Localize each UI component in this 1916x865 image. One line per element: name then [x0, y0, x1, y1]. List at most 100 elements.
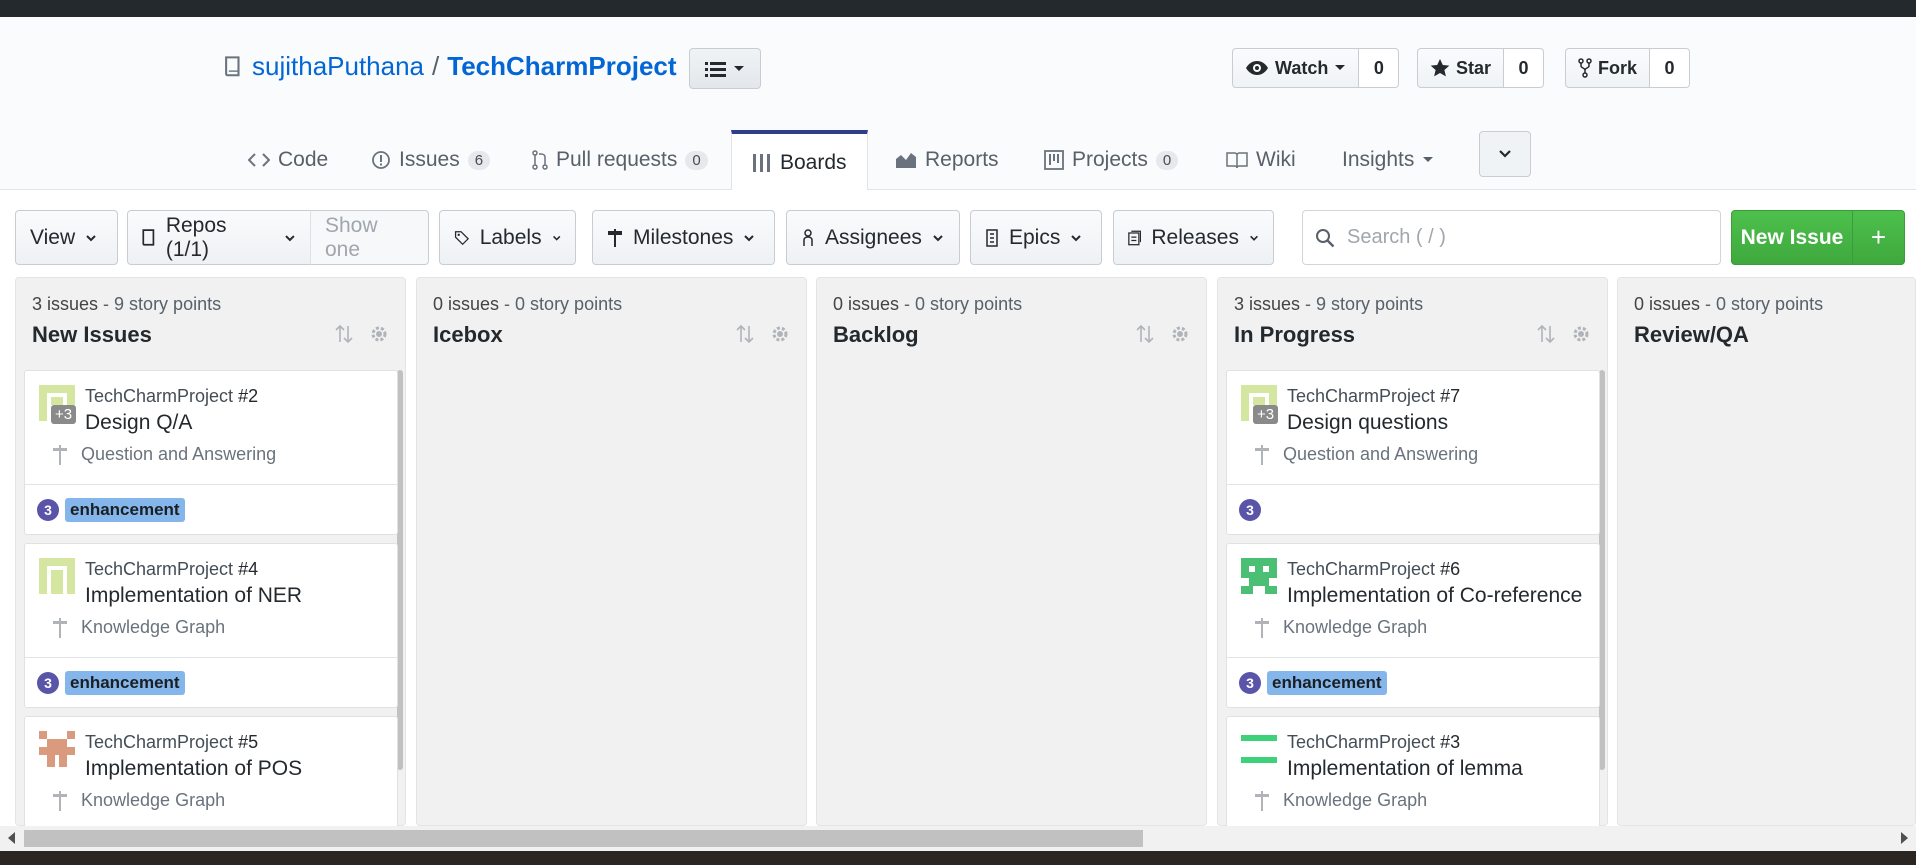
scroll-right-arrow-icon[interactable]: [1901, 832, 1908, 844]
fork-count[interactable]: 0: [1650, 48, 1691, 88]
sort-icon[interactable]: [1136, 324, 1154, 344]
card-title[interactable]: Implementation of NER: [85, 584, 302, 608]
card-footer: 3: [1227, 484, 1599, 534]
tab-projects[interactable]: Projects 0: [1044, 130, 1179, 190]
tab-insights[interactable]: Insights: [1342, 130, 1434, 190]
watch-count[interactable]: 0: [1359, 48, 1400, 88]
column-actions: [1537, 324, 1591, 344]
repos-label: Repos (1/1): [165, 213, 227, 261]
story-points-badge: 3: [37, 671, 59, 694]
new-issue-button[interactable]: New Issue: [1732, 211, 1853, 264]
caret-down-icon: [1423, 157, 1434, 162]
card-title[interactable]: Implementation of Co-reference: [1287, 584, 1582, 608]
repo-list-menu-button[interactable]: [689, 48, 761, 89]
gear-icon[interactable]: [770, 324, 790, 344]
show-one-button[interactable]: Show one: [310, 210, 429, 265]
column-title: Icebox: [433, 322, 503, 347]
gear-icon[interactable]: [1170, 324, 1190, 344]
tab-issues-label: Issues: [399, 148, 460, 171]
chevron-down-icon: [285, 234, 295, 241]
milestones-dropdown[interactable]: Milestones: [592, 210, 775, 265]
repo-name-link[interactable]: TechCharmProject: [447, 51, 676, 82]
star-button[interactable]: Star: [1417, 48, 1505, 88]
column-actions: [1136, 324, 1190, 344]
fork-button[interactable]: Fork: [1565, 48, 1651, 88]
search-icon: [1316, 228, 1335, 247]
issue-card[interactable]: TechCharmProject #3 Implementation of le…: [1226, 716, 1600, 826]
sort-icon[interactable]: [736, 324, 754, 344]
identicon-icon: [1241, 731, 1277, 767]
tab-pulls-count: 0: [685, 150, 708, 170]
tab-reports[interactable]: Reports: [895, 130, 999, 190]
caret-down-icon: [1335, 65, 1346, 70]
watch-label: Watch: [1275, 57, 1329, 78]
card-milestone: Question and Answering: [53, 444, 276, 465]
tab-boards[interactable]: Boards: [731, 130, 868, 191]
card-title[interactable]: Design Q/A: [85, 411, 192, 435]
scrollbar-thumb[interactable]: [24, 830, 1143, 847]
card-title[interactable]: Implementation of POS: [85, 757, 302, 781]
label-enhancement[interactable]: enhancement: [65, 497, 185, 522]
sort-icon[interactable]: [1537, 324, 1555, 344]
tag-icon: [454, 230, 470, 245]
assignees-label: Assignees: [825, 225, 922, 249]
card-title[interactable]: Design questions: [1287, 411, 1448, 435]
tab-code[interactable]: Code: [248, 130, 328, 190]
column-header: 3 issues - 9 story points New Issues: [16, 278, 405, 368]
repo-owner-link[interactable]: sujithaPuthana: [252, 51, 424, 82]
fork-group: Fork 0: [1565, 48, 1691, 88]
repo-title: sujithaPuthana / TechCharmProject: [224, 51, 677, 82]
project-icon: [1044, 150, 1064, 170]
star-count[interactable]: 0: [1504, 48, 1545, 88]
card-milestone: Knowledge Graph: [1255, 790, 1427, 811]
label-enhancement[interactable]: enhancement: [1267, 670, 1387, 695]
chevron-down-icon: [933, 234, 943, 241]
labels-dropdown[interactable]: Labels: [439, 210, 576, 265]
column-meta: 0 issues - 0 story points: [833, 294, 1022, 315]
card-title[interactable]: Implementation of lemma: [1287, 757, 1523, 781]
column-meta: 0 issues - 0 story points: [1634, 294, 1823, 315]
view-dropdown[interactable]: View: [15, 210, 118, 265]
board-area: 3 issues - 9 story points New Issues +3 …: [0, 273, 1916, 826]
card-footer: 3 enhancement: [1227, 657, 1599, 707]
milestone-icon: [1255, 790, 1269, 811]
issue-card[interactable]: TechCharmProject #6 Implementation of Co…: [1226, 543, 1600, 708]
star-label: Star: [1456, 57, 1492, 78]
sort-icon[interactable]: [335, 324, 353, 344]
gear-icon[interactable]: [1571, 324, 1591, 344]
tab-wiki[interactable]: Wiki: [1226, 130, 1296, 190]
new-issue-plus-button[interactable]: +: [1853, 211, 1904, 264]
new-issue-button-group: New Issue +: [1731, 210, 1905, 265]
releases-dropdown[interactable]: Releases: [1113, 210, 1274, 265]
search-input[interactable]: Search ( / ): [1302, 210, 1721, 265]
book-icon: [1226, 152, 1248, 169]
tab-issues[interactable]: Issues 6: [371, 130, 491, 190]
top-dark-bar: [0, 0, 1916, 17]
horizontal-scrollbar[interactable]: [0, 826, 1916, 851]
star-group: Star 0: [1417, 48, 1545, 88]
label-enhancement[interactable]: enhancement: [65, 670, 185, 695]
issue-card[interactable]: +3 TechCharmProject #7 Design questions …: [1226, 370, 1600, 535]
issue-card[interactable]: TechCharmProject #5 Implementation of PO…: [24, 716, 398, 826]
gear-icon[interactable]: [369, 324, 389, 344]
issue-card[interactable]: TechCharmProject #4 Implementation of NE…: [24, 543, 398, 708]
avatar: +3: [1241, 385, 1279, 424]
scroll-left-arrow-icon[interactable]: [8, 832, 15, 844]
more-tabs-button[interactable]: [1479, 131, 1531, 177]
tab-wiki-label: Wiki: [1256, 148, 1296, 171]
issue-card[interactable]: +3 TechCharmProject #2 Design Q/A Questi…: [24, 370, 398, 535]
milestone-icon: [1255, 444, 1269, 465]
list-icon: [705, 61, 726, 77]
chevron-down-icon: [1071, 234, 1082, 241]
card-footer: 3 enhancement: [25, 657, 397, 707]
issue-opened-icon: [372, 151, 390, 169]
assignees-dropdown[interactable]: Assignees: [786, 210, 960, 265]
issue-number: #2: [238, 386, 259, 406]
tab-pull-requests[interactable]: Pull requests 0: [532, 130, 708, 190]
story-points-badge: 3: [1239, 671, 1261, 694]
watch-button[interactable]: Watch: [1232, 48, 1360, 88]
epics-dropdown[interactable]: Epics: [970, 210, 1102, 265]
person-icon: [803, 228, 813, 246]
repos-dropdown[interactable]: Repos (1/1): [127, 210, 311, 265]
column-header: 3 issues - 9 story points In Progress: [1218, 278, 1607, 368]
